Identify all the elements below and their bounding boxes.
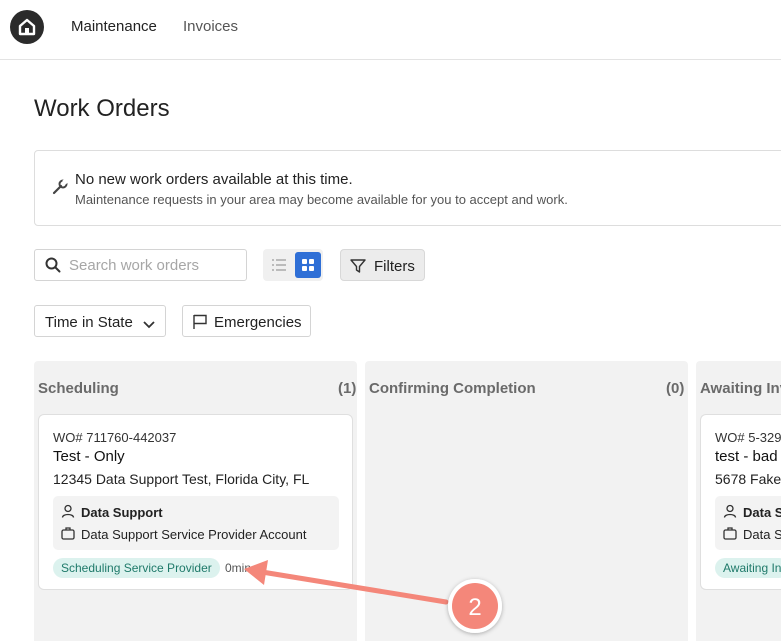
annotation-overlay: 2 [244,560,502,633]
annotation-number: 2 [468,594,481,621]
annotation-arrow [244,560,449,605]
